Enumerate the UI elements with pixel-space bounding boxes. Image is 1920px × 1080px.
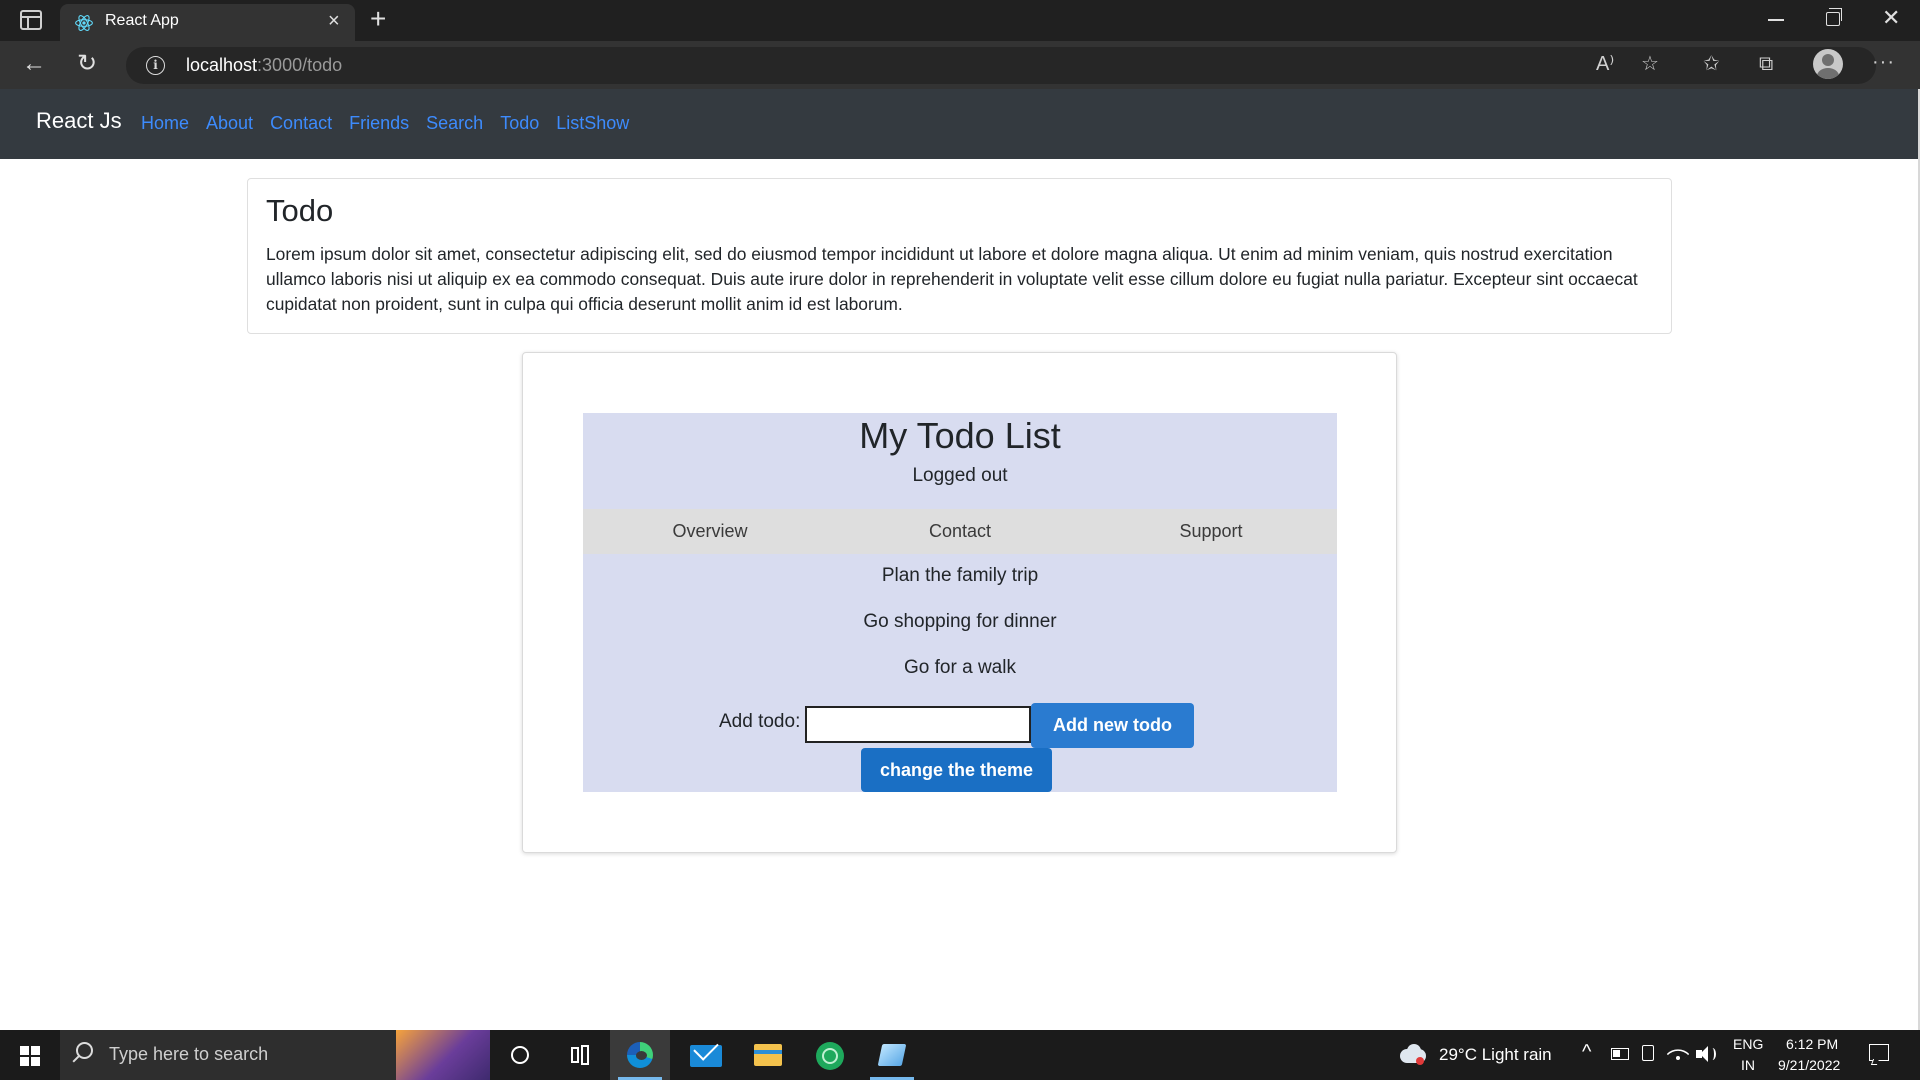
url-text[interactable]: localhost:3000/todo [186, 55, 342, 76]
search-icon [76, 1042, 93, 1059]
minimize-window-icon[interactable] [1768, 19, 1784, 21]
nav-link-todo[interactable]: Todo [500, 113, 539, 134]
file-explorer-icon[interactable] [738, 1030, 798, 1080]
tab-close-icon[interactable]: × [328, 9, 340, 33]
site-navbar: React Js Home About Contact Friends Sear… [0, 89, 1918, 159]
windows-start-icon[interactable] [20, 1046, 40, 1066]
url-path: :3000/todo [257, 55, 343, 75]
taskbar-search-placeholder: Type here to search [109, 1044, 269, 1064]
nav-link-contact[interactable]: Contact [270, 113, 332, 134]
clock-date[interactable]: 9/21/2022 [1778, 1057, 1840, 1073]
browser-tab-react-app[interactable]: React App × [60, 4, 355, 41]
weather-text[interactable]: 29°C Light rain [1439, 1045, 1552, 1065]
navbar-brand[interactable]: React Js [36, 108, 122, 134]
profile-avatar[interactable] [1813, 49, 1843, 79]
add-todo-input[interactable] [805, 706, 1031, 743]
show-hidden-icons-chevron[interactable]: ^ [1582, 1041, 1591, 1064]
intro-card-text: Lorem ipsum dolor sit amet, consectetur … [266, 244, 1638, 314]
todo-card: My Todo List Logged out Overview Contact… [522, 352, 1397, 853]
mail-icon[interactable] [676, 1030, 736, 1080]
battery-icon[interactable] [1611, 1048, 1629, 1060]
collections-icon[interactable]: ⧉ [1759, 51, 1773, 77]
language-code[interactable]: ENG [1733, 1036, 1763, 1052]
nav-link-home[interactable]: Home [141, 113, 189, 134]
edge-browser-icon[interactable] [610, 1030, 670, 1080]
nav-link-listshow[interactable]: ListShow [556, 113, 629, 134]
weather-cloud-icon[interactable] [1398, 1043, 1428, 1065]
tab-overview[interactable]: Overview [610, 521, 810, 542]
task-view-icon[interactable] [550, 1030, 610, 1080]
notification-center-icon[interactable] [1869, 1044, 1889, 1065]
intro-card-title: Todo [266, 193, 334, 228]
nav-link-search[interactable]: Search [426, 113, 483, 134]
app-blue-icon[interactable] [862, 1030, 922, 1080]
device-icon[interactable] [1642, 1045, 1654, 1061]
read-aloud-icon[interactable]: A⁾ [1596, 51, 1614, 77]
change-theme-button[interactable]: change the theme [861, 748, 1052, 792]
todo-item: Go shopping for dinner [863, 611, 1057, 632]
react-logo-icon [75, 15, 93, 31]
page-viewport: React Js Home About Contact Friends Sear… [0, 89, 1920, 1030]
windows-taskbar: Type here to search 29°C Light rain ^ EN… [0, 1030, 1920, 1080]
search-highlight-image [396, 1030, 490, 1080]
navbar-links: Home About Contact Friends Search Todo L… [141, 113, 646, 134]
app-green-icon[interactable] [800, 1030, 860, 1080]
browser-tab-strip: React App × + ✕ [0, 0, 1920, 41]
more-options-icon[interactable]: ··· [1872, 49, 1895, 75]
tab-actions-icon[interactable] [20, 10, 42, 30]
volume-icon[interactable] [1696, 1044, 1718, 1064]
close-window-icon[interactable]: ✕ [1882, 6, 1900, 30]
favorites-icon[interactable]: ✩ [1703, 51, 1720, 77]
todo-item: Plan the family trip [881, 565, 1039, 586]
todo-heading: My Todo List [859, 415, 1061, 456]
clock-time[interactable]: 6:12 PM [1786, 1036, 1838, 1052]
reload-icon[interactable]: ↻ [77, 50, 97, 78]
site-info-icon[interactable]: i [146, 56, 165, 75]
cortana-icon[interactable] [490, 1030, 550, 1080]
language-region[interactable]: IN [1741, 1057, 1755, 1073]
back-icon[interactable]: ← [22, 50, 46, 78]
tab-contact[interactable]: Contact [860, 521, 1060, 542]
add-favorite-icon[interactable]: ☆ [1641, 51, 1659, 77]
login-status: Logged out [912, 465, 1008, 486]
intro-card: Todo Lorem ipsum dolor sit amet, consect… [247, 178, 1672, 334]
todo-item: Go for a walk [904, 657, 1016, 678]
add-new-todo-button[interactable]: Add new todo [1031, 703, 1194, 748]
nav-link-friends[interactable]: Friends [349, 113, 409, 134]
wifi-icon[interactable] [1666, 1042, 1690, 1066]
new-tab-button[interactable]: + [370, 4, 386, 34]
browser-toolbar: ← ↻ i localhost:3000/todo A⁾ ☆ ✩ ⧉ ··· [0, 41, 1920, 89]
nav-link-about[interactable]: About [206, 113, 253, 134]
url-host: localhost [186, 55, 258, 75]
todo-panel: My Todo List Logged out Overview Contact… [583, 413, 1337, 792]
taskbar-search-box[interactable]: Type here to search [60, 1030, 490, 1080]
todo-tab-row: Overview Contact Support [583, 509, 1337, 554]
add-todo-label: Add todo: [719, 711, 801, 732]
tab-support[interactable]: Support [1111, 521, 1311, 542]
restore-window-icon[interactable] [1826, 8, 1842, 26]
tab-title: React App [105, 12, 179, 29]
